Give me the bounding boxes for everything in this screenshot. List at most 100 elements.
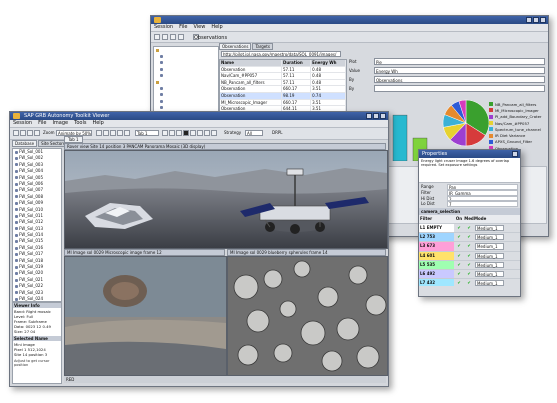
check-icon[interactable]: ✔ — [464, 224, 474, 232]
camera-row[interactable]: L2 753 ✔ ✔ Medium_1 — [419, 233, 520, 243]
menu-item[interactable]: Tools — [74, 120, 86, 127]
zoom-out-icon[interactable] — [117, 130, 123, 136]
control-select[interactable]: Energy Wh — [374, 67, 545, 74]
check-icon[interactable]: ✔ — [454, 270, 464, 278]
camera-row[interactable]: L4 601 ✔ ✔ Medium_1 — [419, 251, 520, 261]
control-select[interactable]: Observations — [374, 76, 545, 83]
new-icon[interactable] — [154, 34, 160, 40]
check-icon[interactable]: ✔ — [464, 270, 474, 278]
mode-select[interactable]: Medium_1 — [475, 261, 504, 268]
bar[interactable] — [392, 114, 408, 161]
close-icon[interactable] — [380, 113, 386, 119]
column-header[interactable]: Name — [220, 60, 282, 66]
tab-observations[interactable]: Observations — [193, 34, 227, 41]
control-row: By — [349, 85, 545, 94]
item-icon — [15, 297, 18, 301]
maximize-icon[interactable] — [373, 113, 379, 119]
check-icon[interactable]: ✔ — [454, 279, 464, 286]
open-icon[interactable] — [20, 130, 26, 136]
measure-icon[interactable] — [176, 130, 182, 136]
fit-icon[interactable] — [124, 130, 130, 136]
check-icon[interactable]: ✔ — [454, 242, 464, 250]
check-icon[interactable]: ✔ — [454, 261, 464, 269]
minimize-icon[interactable] — [366, 113, 372, 119]
menu-item[interactable]: Session — [154, 24, 173, 31]
view-select[interactable]: Tab 1 — [135, 130, 159, 136]
microscopic-image-right[interactable] — [227, 256, 388, 376]
print-icon[interactable] — [34, 130, 40, 136]
menu-item[interactable]: Image — [52, 120, 68, 127]
check-icon[interactable]: ✔ — [454, 224, 464, 232]
table-header-row: Name Duration Energy Wh — [220, 60, 346, 67]
item-icon — [15, 259, 18, 263]
control-select[interactable]: Pie — [374, 58, 545, 65]
table-row[interactable]: Observation 660.17 3.51 — [220, 86, 346, 93]
menu-item[interactable]: File — [38, 120, 46, 127]
open-icon[interactable] — [162, 34, 168, 40]
table-row[interactable]: Observation 57.11 0.48 — [220, 66, 346, 74]
light-icon[interactable] — [204, 130, 210, 136]
mode-select[interactable]: Medium_1 — [475, 279, 504, 286]
check-icon[interactable]: ✔ — [464, 252, 474, 260]
table-row[interactable]: NB_Pancam_all_filters 57.11 0.48 — [220, 79, 346, 87]
layers-icon[interactable] — [169, 130, 175, 136]
path-field[interactable]: http://pilot.jpl.nasa.gov/maestro/data/S… — [221, 51, 341, 57]
close-icon[interactable] — [540, 17, 546, 23]
table-row[interactable]: MI_Microscopic_Imager 660.17 3.51 — [220, 99, 346, 107]
check-icon[interactable]: ✔ — [454, 233, 464, 241]
item-icon — [15, 189, 18, 193]
column-header[interactable]: Duration — [282, 60, 312, 66]
menu-item[interactable]: File — [179, 24, 187, 31]
camera-row[interactable]: L6 492 ✔ ✔ Medium_1 — [419, 269, 520, 279]
check-icon[interactable]: ✔ — [464, 279, 474, 286]
table-row[interactable]: Nav/Cam_#PP057 57.11 0.48 — [220, 73, 346, 80]
close-icon[interactable] — [512, 151, 518, 157]
mode-select[interactable]: Medium_1 — [475, 243, 504, 250]
zoom-in-icon[interactable] — [110, 130, 116, 136]
property-value[interactable]: 7 — [447, 201, 518, 208]
app-icon — [13, 113, 20, 119]
microscopic-image-left[interactable] — [64, 256, 227, 376]
tab-observations[interactable]: Observations — [219, 43, 252, 50]
tab-targets[interactable]: Targets — [252, 43, 273, 50]
tab-view-1[interactable]: Tab 1 — [64, 136, 83, 143]
maximize-icon[interactable] — [533, 17, 539, 23]
strategy-select[interactable]: All — [245, 130, 263, 136]
mode-select[interactable]: Medium_1 — [475, 252, 504, 259]
refresh-icon[interactable] — [178, 34, 184, 40]
new-icon[interactable] — [13, 130, 19, 136]
menu-item[interactable]: Help — [211, 24, 222, 31]
mode-select[interactable]: Medium_1 — [475, 225, 504, 232]
control-select[interactable] — [374, 85, 545, 92]
menu-item[interactable]: Help — [92, 120, 103, 127]
check-icon[interactable]: ✔ — [454, 252, 464, 260]
properties-titlebar[interactable]: Properties — [419, 150, 520, 158]
menu-item[interactable]: Session — [13, 120, 32, 127]
stop-icon[interactable] — [183, 130, 189, 136]
rotate-icon[interactable] — [96, 130, 102, 136]
mode-select[interactable]: Medium_1 — [475, 234, 504, 241]
camera-row[interactable]: L1 EMPTY ✔ ✔ Medium_1 — [419, 224, 520, 234]
check-icon[interactable]: ✔ — [464, 261, 474, 269]
camera-icon[interactable] — [197, 130, 203, 136]
minimize-icon[interactable] — [526, 17, 532, 23]
camera-row[interactable]: L5 535 ✔ ✔ Medium_1 — [419, 260, 520, 270]
tab-database[interactable]: Database — [12, 140, 38, 147]
rover-3d-view[interactable] — [64, 150, 388, 249]
pan-icon[interactable] — [103, 130, 109, 136]
camera-row[interactable]: L7 432 ✔ ✔ Medium_1 — [419, 278, 520, 287]
analysis-titlebar[interactable] — [151, 16, 548, 24]
camera-row[interactable]: L3 673 ✔ ✔ Medium_1 — [419, 242, 520, 252]
grid-icon[interactable] — [162, 130, 168, 136]
target-icon[interactable] — [211, 130, 217, 136]
record-icon[interactable] — [190, 130, 196, 136]
check-icon[interactable]: ✔ — [464, 242, 474, 250]
mode-select[interactable]: Medium_1 — [475, 270, 504, 277]
menu-item[interactable]: View — [193, 24, 205, 31]
column-header[interactable]: Energy Wh — [311, 60, 346, 66]
table-row[interactable]: Observation 98.19 0.74 — [220, 92, 346, 100]
check-icon[interactable]: ✔ — [464, 233, 474, 241]
viewer-titlebar[interactable]: SAP GRB Autonomy Toolkit Viewer — [10, 112, 388, 120]
save-icon[interactable] — [27, 130, 33, 136]
save-icon[interactable] — [170, 34, 176, 40]
